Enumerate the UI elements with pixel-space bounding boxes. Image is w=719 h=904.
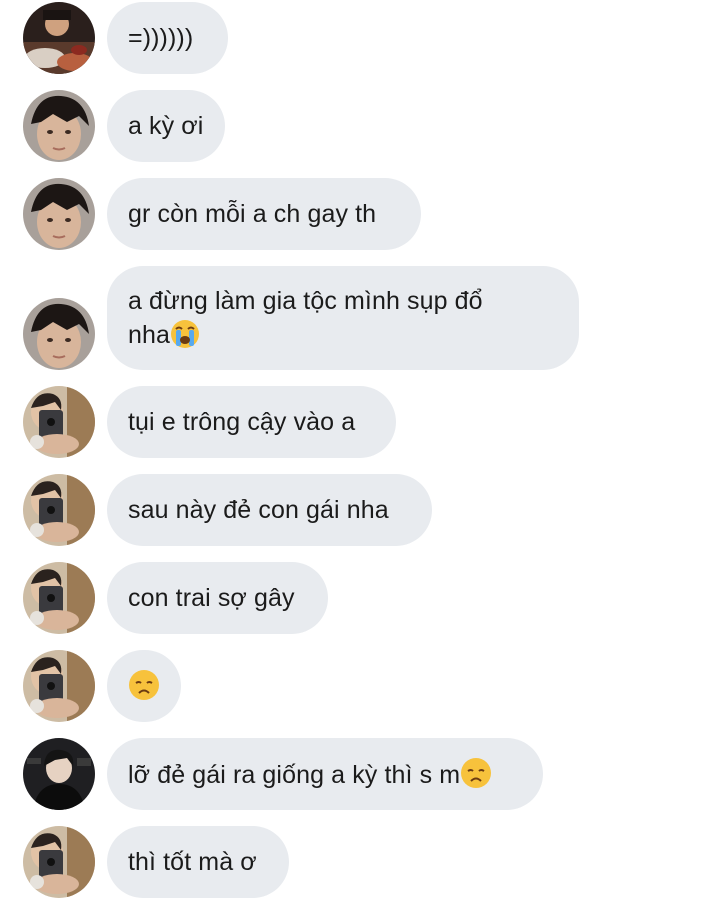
loudly-crying-face-icon	[170, 319, 200, 358]
message-row: sau này đẻ con gái nha	[0, 474, 719, 548]
avatar[interactable]	[23, 738, 95, 810]
message-bubble[interactable]: thì tốt mà ơ	[107, 826, 289, 898]
message-bubble[interactable]: =))))))	[107, 2, 228, 74]
message-text: =))))))	[128, 24, 194, 52]
message-row: gr còn mỗi a ch gay th	[0, 178, 719, 252]
avatar[interactable]	[23, 562, 95, 634]
avatar[interactable]	[23, 650, 95, 722]
avatar[interactable]	[23, 474, 95, 546]
message-bubble[interactable]: a đừng làm gia tộc mình sụp đổ nha	[107, 266, 579, 370]
message-row	[0, 650, 719, 724]
message-bubble[interactable]: sau này đẻ con gái nha	[107, 474, 432, 546]
avatar[interactable]	[23, 90, 95, 162]
message-row: tụi e trông cậy vào a	[0, 386, 719, 460]
avatar[interactable]	[23, 2, 95, 74]
message-text: lỡ đẻ gái ra giống a kỳ thì s m	[128, 761, 461, 789]
message-text: con trai sợ gây	[128, 584, 295, 612]
message-bubble[interactable]: a kỳ ơi	[107, 90, 225, 162]
message-bubble[interactable]: lỡ đẻ gái ra giống a kỳ thì s m	[107, 738, 543, 810]
message-row: thì tốt mà ơ	[0, 826, 719, 900]
avatar[interactable]	[23, 298, 95, 370]
disappointed-face-icon	[460, 757, 492, 798]
avatar[interactable]	[23, 178, 95, 250]
disappointed-face-icon	[128, 669, 160, 710]
message-text: sau này đẻ con gái nha	[128, 496, 389, 524]
message-row: a kỳ ơi	[0, 90, 719, 164]
message-text: tụi e trông cậy vào a	[128, 408, 356, 436]
message-text: thì tốt mà ơ	[128, 848, 257, 876]
message-row: lỡ đẻ gái ra giống a kỳ thì s m	[0, 738, 719, 812]
message-bubble[interactable]: con trai sợ gây	[107, 562, 328, 634]
avatar[interactable]	[23, 386, 95, 458]
message-bubble[interactable]: gr còn mỗi a ch gay th	[107, 178, 421, 250]
message-bubble[interactable]	[107, 650, 181, 722]
message-row: =))))))	[0, 2, 719, 76]
message-text: gr còn mỗi a ch gay th	[128, 200, 377, 228]
avatar[interactable]	[23, 826, 95, 898]
message-text: a kỳ ơi	[128, 112, 204, 140]
message-bubble[interactable]: tụi e trông cậy vào a	[107, 386, 396, 458]
message-row: con trai sợ gây	[0, 562, 719, 636]
message-row: a đừng làm gia tộc mình sụp đổ nha	[0, 266, 719, 370]
